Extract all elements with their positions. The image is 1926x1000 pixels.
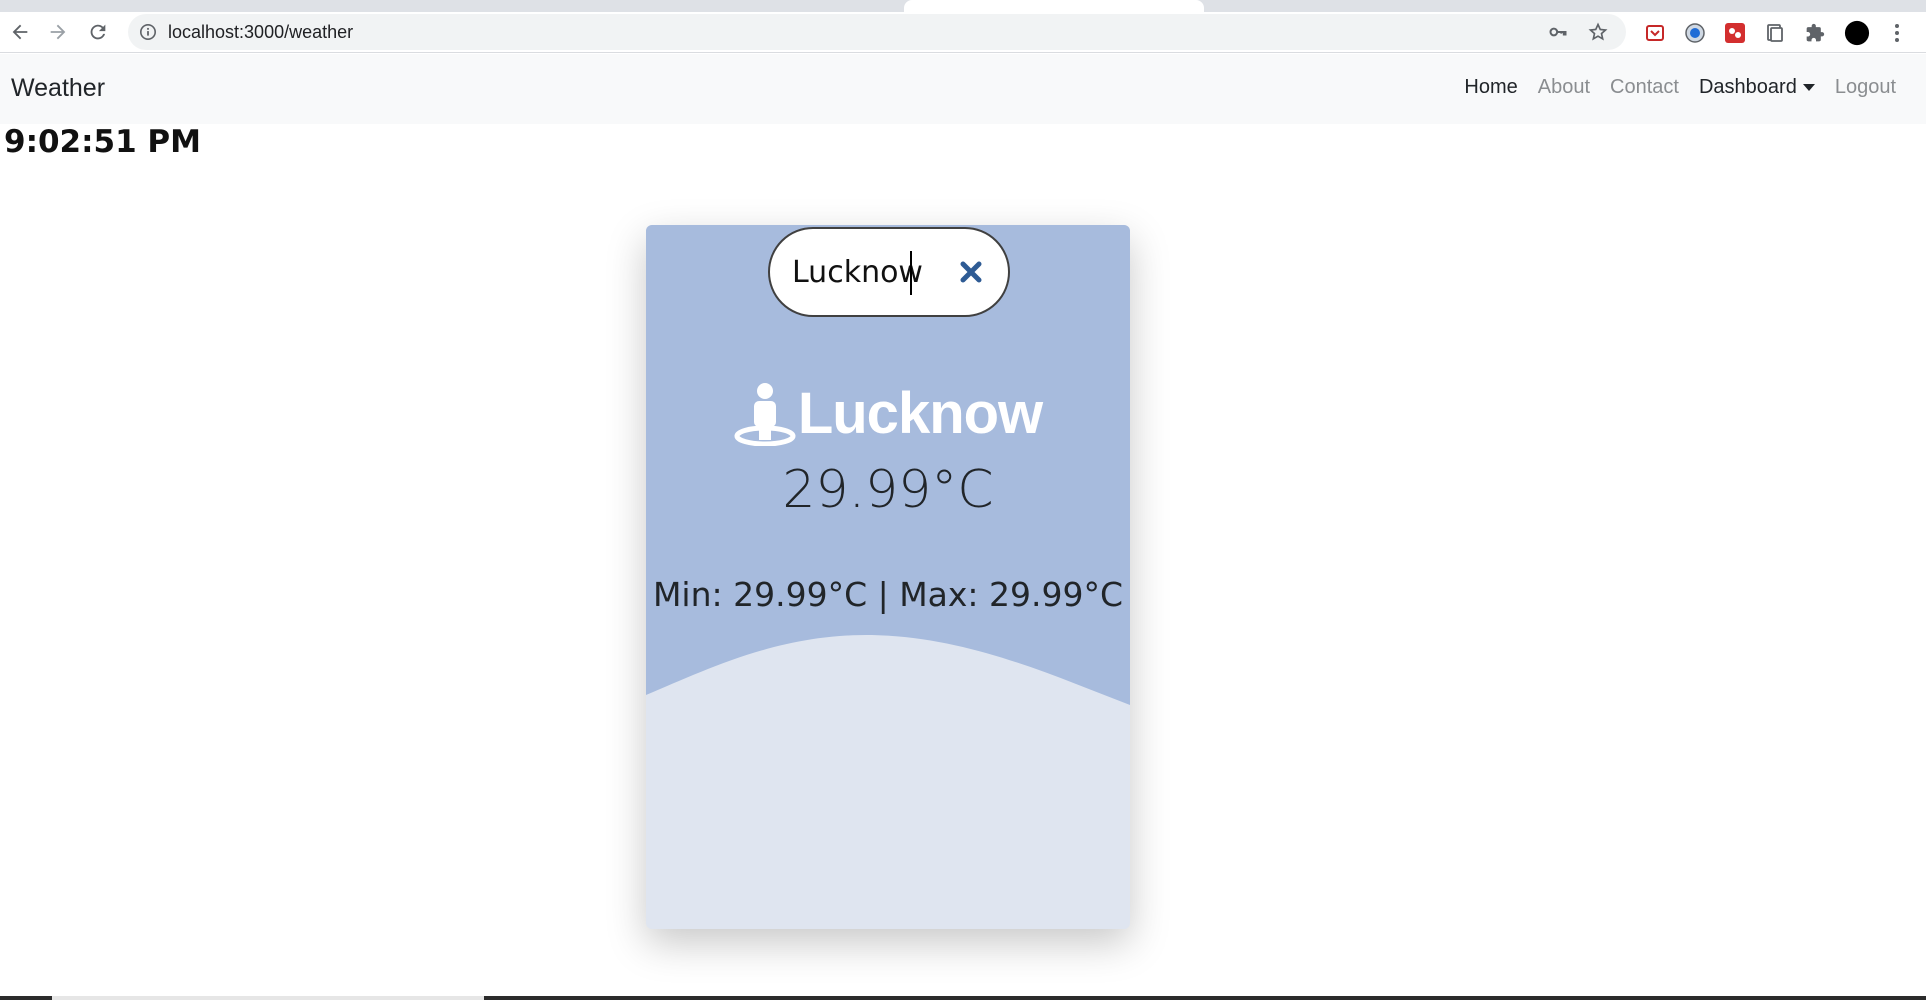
menu-dots-icon[interactable] <box>1884 20 1910 46</box>
city-heading: Lucknow <box>646 380 1130 447</box>
weather-card: Lucknow 29.99°C Min: 29.99°C | Max: 29.9… <box>646 225 1130 929</box>
star-icon[interactable] <box>1586 20 1610 44</box>
profile-avatar[interactable] <box>1844 20 1870 46</box>
nav-links: Home About Contact Dashboard Logout <box>1444 76 1896 99</box>
city-search-input[interactable] <box>790 253 930 291</box>
reload-icon[interactable] <box>82 16 114 48</box>
back-icon[interactable] <box>4 16 36 48</box>
nav-logout[interactable]: Logout <box>1835 76 1896 99</box>
pocket-icon[interactable] <box>1642 20 1668 46</box>
extension-blue-icon[interactable] <box>1682 20 1708 46</box>
url-text: localhost:3000/weather <box>168 21 354 42</box>
info-icon[interactable] <box>138 22 158 42</box>
min-max-temperature: Min: 29.99°C | Max: 29.99°C <box>652 575 1124 614</box>
nav-dashboard-dropdown[interactable]: Dashboard <box>1699 76 1815 99</box>
bottom-scrollbar-thumb[interactable] <box>52 996 484 1000</box>
street-view-icon <box>734 382 796 446</box>
city-search <box>768 227 1010 317</box>
app-navbar: Weather Home About Contact Dashboard Log… <box>0 54 1926 124</box>
nav-dashboard-label: Dashboard <box>1698 76 1797 98</box>
clear-search-icon[interactable] <box>956 257 986 287</box>
caret-down-icon <box>1802 84 1815 92</box>
extension-red-icon[interactable] <box>1722 20 1748 46</box>
key-icon[interactable] <box>1546 20 1570 44</box>
current-temperature: 29.99°C <box>782 460 994 520</box>
puzzle-icon[interactable] <box>1802 20 1828 46</box>
browser-tab-strip <box>0 0 1926 12</box>
nav-about[interactable]: About <box>1538 76 1590 99</box>
text-cursor <box>910 251 912 295</box>
navbar-brand[interactable]: Weather <box>11 74 105 103</box>
city-name: Lucknow <box>797 381 1043 446</box>
clock: 9:02:51 PM <box>4 124 202 160</box>
address-bar[interactable]: localhost:3000/weather <box>128 14 1626 50</box>
nav-contact[interactable]: Contact <box>1610 76 1679 99</box>
extension-doc-icon[interactable] <box>1762 20 1788 46</box>
nav-home[interactable]: Home <box>1464 76 1517 99</box>
browser-toolbar: localhost:3000/weather <box>0 12 1926 53</box>
forward-icon[interactable] <box>42 16 74 48</box>
active-tab[interactable] <box>904 0 1204 12</box>
